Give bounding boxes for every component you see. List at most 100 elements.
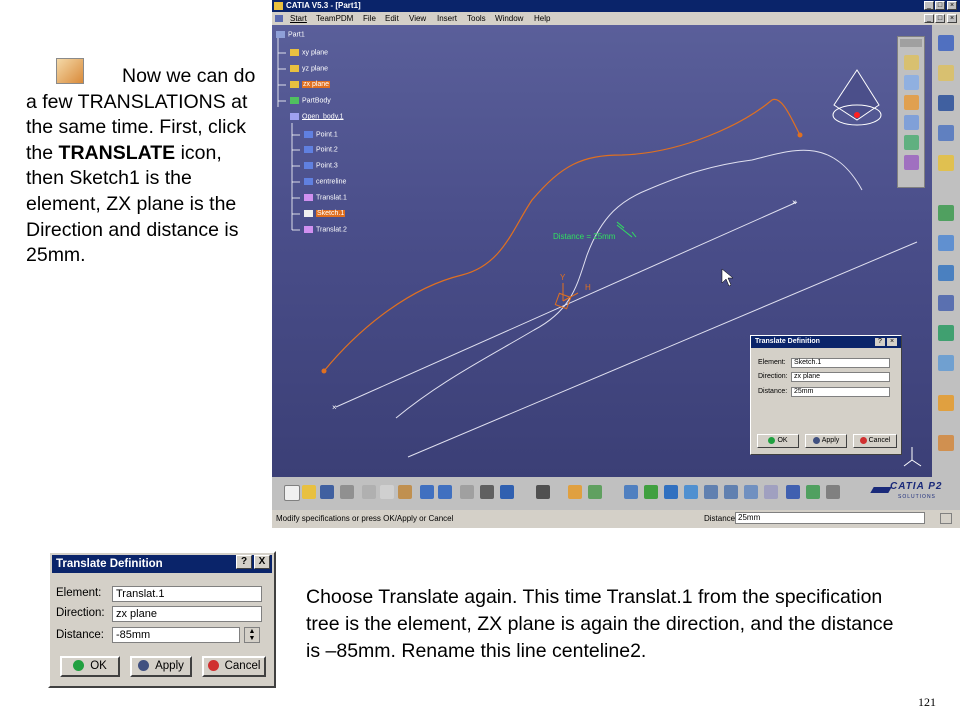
tools-icon[interactable] [568,485,582,499]
circle-icon[interactable] [938,235,954,251]
blend-icon[interactable] [904,135,919,150]
distance-arrow [616,224,633,238]
distance-arrowhead [616,221,637,238]
cancel-button[interactable]: Cancel [853,434,897,448]
tree-partbody[interactable]: PartBody [290,97,331,104]
distance-field[interactable]: -85mm [112,627,240,643]
help-button[interactable]: ? [875,338,885,346]
menu-view[interactable]: View [409,12,426,25]
rotate-view-icon[interactable] [684,485,698,499]
open-icon[interactable] [302,485,316,499]
render-style-icon[interactable] [786,485,800,499]
copy-icon[interactable] [380,485,394,499]
formula-icon[interactable] [460,485,474,499]
element-field[interactable]: Sketch.1 [791,358,890,368]
tree-point1[interactable]: Point.1 [304,131,338,138]
tree-yz-plane[interactable]: yz plane [290,65,328,72]
close-button[interactable]: × [887,338,897,346]
status-distance-input[interactable]: 25mm [735,512,925,524]
tree-centreline[interactable]: centreline [304,178,346,185]
line-icon[interactable] [938,125,954,141]
analysis-icon[interactable] [588,485,602,499]
tree-sketch1[interactable]: Sketch.1 [304,210,346,218]
menu-file[interactable]: File [363,12,376,25]
whats-this-icon[interactable] [500,485,514,499]
menu-teampdm[interactable]: TeamPDM [316,12,353,25]
status-apply-icon[interactable] [940,513,952,524]
swap-space-icon[interactable] [826,485,840,499]
doc-icon [275,15,283,22]
minimize-button[interactable]: _ [924,1,934,10]
apply-button[interactable]: Apply [805,434,847,448]
paste-icon[interactable] [398,485,412,499]
menu-start[interactable]: Start [290,12,307,25]
close-button[interactable]: X [254,555,270,569]
table-icon[interactable] [480,485,494,499]
direction-field[interactable]: zx plane [112,606,262,622]
undo-icon[interactable] [420,485,434,499]
revolve-icon[interactable] [904,95,919,110]
views-icon[interactable] [764,485,778,499]
title-bar: CATIA V5.3 - [Part1] _ □ × [272,0,960,12]
ok-button[interactable]: OK [757,434,799,448]
corner-icon[interactable] [938,295,954,311]
ok-button[interactable]: OK [60,656,120,677]
fit-all-icon[interactable] [644,485,658,499]
print-icon[interactable] [340,485,354,499]
point-icon[interactable] [938,95,954,111]
doc-minimize-button[interactable]: _ [924,14,934,23]
distance-spinner[interactable]: ▲ ▼ [244,627,260,643]
tree-xy-plane[interactable]: xy plane [290,49,328,56]
doc-restore-button[interactable]: □ [935,14,945,23]
menu-tools[interactable]: Tools [467,12,486,25]
pan-icon[interactable] [664,485,678,499]
direction-field[interactable]: zx plane [791,372,890,382]
trim-icon[interactable] [938,325,954,341]
status-bar: Modify specifications or press OK/Apply … [272,510,960,528]
sketcher-icon[interactable] [938,35,954,51]
catalog-icon[interactable] [536,485,550,499]
help-button[interactable]: ? [236,555,252,569]
select-icon[interactable] [938,65,954,81]
zoom-in-icon[interactable] [704,485,718,499]
distance-field[interactable]: 25mm [791,387,890,397]
close-button[interactable]: × [947,1,957,10]
menu-help[interactable]: Help [534,12,550,25]
projection-icon[interactable] [938,205,954,221]
tree-translat1[interactable]: Translat.1 [304,194,347,201]
spline-icon[interactable] [938,265,954,281]
tree-open-body[interactable]: Open_body.1 [290,113,344,120]
rotate-tool-icon[interactable] [938,435,954,451]
translate-tool-icon[interactable] [938,395,954,411]
menu-insert[interactable]: Insert [437,12,457,25]
tree-point3[interactable]: Point.3 [304,162,338,169]
zoom-out-icon[interactable] [724,485,738,499]
save-icon[interactable] [320,485,334,499]
hide-show-icon[interactable] [806,485,820,499]
menu-edit[interactable]: Edit [385,12,399,25]
tree-translat2[interactable]: Translat.2 [304,226,347,233]
tree-part1[interactable]: Part1 [276,31,305,38]
point-icon [304,162,313,169]
extrude-icon[interactable] [904,75,919,90]
connect-icon[interactable] [938,355,954,371]
sweep-icon[interactable] [904,115,919,130]
floating-toolbar [897,36,925,188]
menu-window[interactable]: Window [495,12,523,25]
cancel-button[interactable]: Cancel [202,656,266,677]
measure-icon[interactable] [624,485,638,499]
element-field[interactable]: Translat.1 [112,586,262,602]
redo-icon[interactable] [438,485,452,499]
cut-icon[interactable] [362,485,376,499]
3d-viewport[interactable]: × × Part1 xy plane yz plane zx plane Par… [272,25,932,477]
new-icon[interactable] [284,485,300,501]
maximize-button[interactable]: □ [935,1,945,10]
offset-icon[interactable] [904,155,919,170]
reference-icon[interactable] [904,55,919,70]
normal-view-icon[interactable] [744,485,758,499]
tree-point2[interactable]: Point.2 [304,146,338,153]
tree-zx-plane[interactable]: zx plane [290,81,331,89]
plane-icon[interactable] [938,155,954,171]
apply-button[interactable]: Apply [130,656,192,677]
doc-close-button[interactable]: × [947,14,957,23]
